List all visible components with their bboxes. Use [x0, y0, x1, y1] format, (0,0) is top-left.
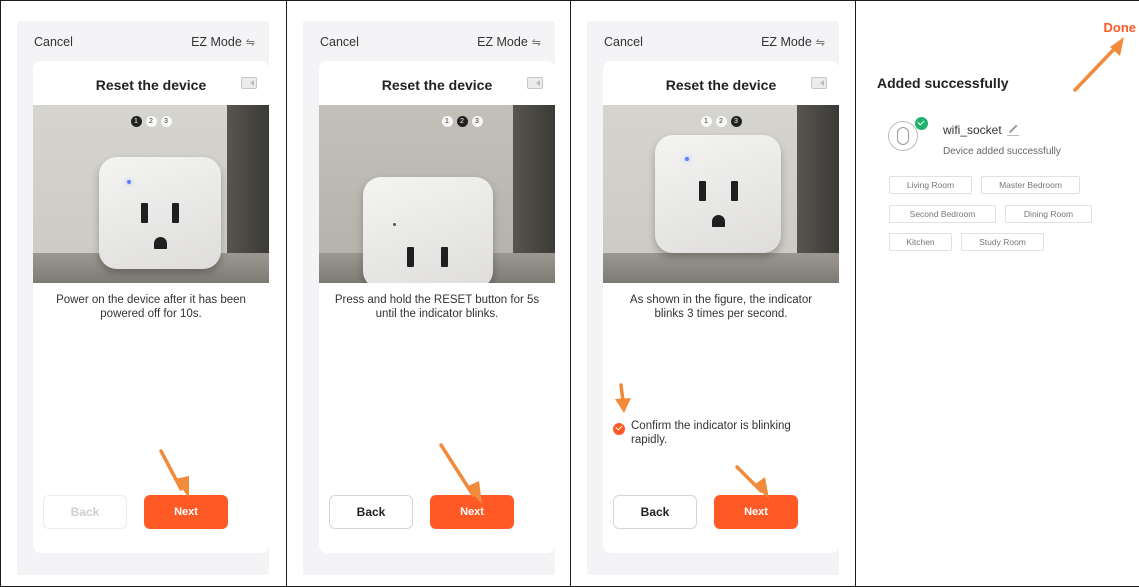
annotation-arrow [615, 383, 769, 499]
annotation-arrow [1073, 37, 1124, 92]
annotation-arrow [439, 443, 482, 504]
step-panel-1: Cancel EZ Mode ⇋ Reset the device 123 Po… [0, 0, 287, 587]
step-panel-3: Cancel EZ Mode ⇋ Reset the device 123 As… [570, 0, 856, 587]
step-panel-2: Cancel EZ Mode ⇋ Reset the device 123 Pr… [286, 0, 571, 587]
result-panel: Done Added successfully wifi_socket Devi… [855, 0, 1139, 587]
annotation-arrow [159, 449, 189, 498]
